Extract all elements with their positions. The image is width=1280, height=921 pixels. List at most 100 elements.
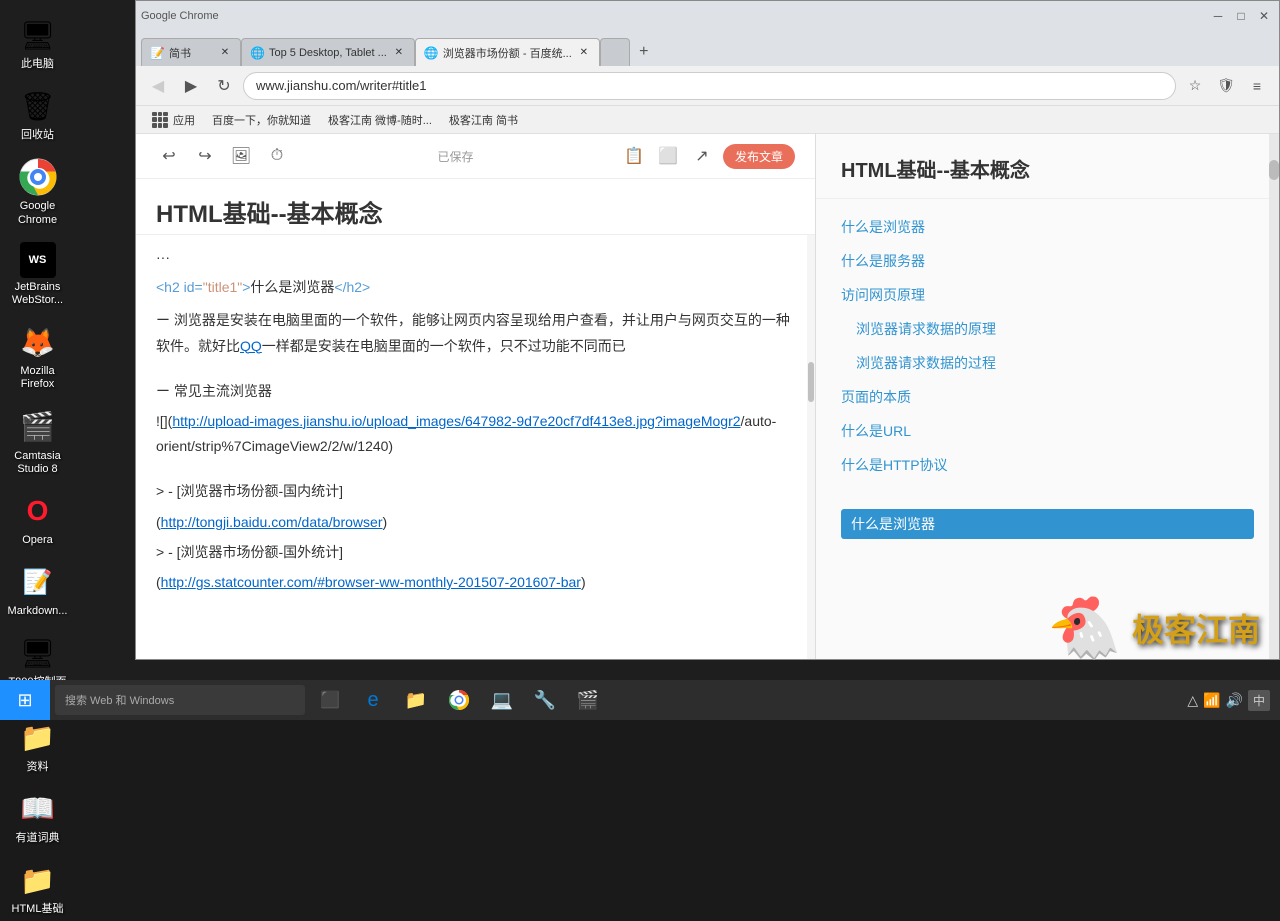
new-tab-button[interactable]: + bbox=[630, 38, 658, 66]
editor-content[interactable]: ··· <h2 id="title1">什么是浏览器</h2> ー 浏览器是安装… bbox=[136, 235, 815, 610]
top5-tab-close[interactable]: ✕ bbox=[392, 46, 406, 60]
bookmark-star-button[interactable]: ☆ bbox=[1181, 72, 1209, 100]
tab-empty[interactable] bbox=[600, 38, 630, 66]
address-bar[interactable]: www.jianshu.com/writer#title1 bbox=[243, 72, 1176, 100]
back-button[interactable]: ◀ bbox=[144, 72, 172, 100]
data-label: 资料 bbox=[27, 761, 49, 774]
toolbar-right: 📋 ⬜ ↗ 发布文章 bbox=[621, 143, 795, 169]
editor-scroll-container: ··· <h2 id="title1">什么是浏览器</h2> ー 浏览器是安装… bbox=[136, 235, 815, 659]
taskbar: ⊞ 搜索 Web 和 Windows ⬛ e 📁 💻 🔧 🎬 bbox=[0, 680, 1280, 720]
desktop-icon-camtasia[interactable]: 🎬 Camtasia Studio 8 bbox=[3, 402, 73, 481]
minimize-button[interactable]: ─ bbox=[1208, 6, 1228, 26]
editor-toolbar: ↩ ↪ 🖼 ⏱ 已保存 📋 ⬜ ↗ 发布文章 bbox=[136, 134, 815, 179]
taskbar-icon6[interactable]: 🔧 bbox=[525, 680, 565, 720]
top5-favicon: 🌐 bbox=[250, 46, 264, 60]
desktop-icon-recycle[interactable]: 🗑 回收站 bbox=[3, 81, 73, 147]
tabs-bar: 📝 简书 ✕ 🌐 Top 5 Desktop, Tablet ... ✕ 🌐 浏… bbox=[136, 31, 1279, 66]
taskbar-icon7[interactable]: 🎬 bbox=[568, 680, 608, 720]
jianshu-tab-close[interactable]: ✕ bbox=[218, 46, 232, 60]
desktop-icon-html[interactable]: 📁 HTML基础 bbox=[3, 855, 73, 921]
computer-icon: 🖥 bbox=[18, 15, 58, 55]
toc-item-server[interactable]: 什么是服务器 bbox=[841, 248, 1254, 274]
shield-button[interactable]: 🛡 bbox=[1212, 72, 1240, 100]
layout-button[interactable]: ⬜ bbox=[655, 143, 681, 169]
toc-item-page-essence[interactable]: 页面的本质 bbox=[841, 384, 1254, 410]
taskbar-network: 📶 bbox=[1203, 692, 1220, 709]
close-button[interactable]: ✕ bbox=[1254, 6, 1274, 26]
taskbar-chrome[interactable] bbox=[439, 680, 479, 720]
t800-icon: 🖥 bbox=[18, 633, 58, 673]
expand-button[interactable]: ↗ bbox=[689, 143, 715, 169]
taskbar-edge[interactable]: e bbox=[353, 680, 393, 720]
taskbar-explorer[interactable]: 📁 bbox=[396, 680, 436, 720]
firefox-icon: 🦊 bbox=[18, 322, 58, 362]
content-spacer1 bbox=[156, 364, 795, 374]
chrome-icon bbox=[18, 157, 58, 197]
content-domestic-stats: > - [浏览器市场份额-国内统计] bbox=[156, 479, 795, 504]
youdao-icon: 📖 bbox=[18, 789, 58, 829]
desktop-icon-jetbrains[interactable]: WS JetBrains WebStor... bbox=[3, 237, 73, 312]
taskbar-icon5[interactable]: 💻 bbox=[482, 680, 522, 720]
bookmark-geekjiangnan-weibo[interactable]: 极客江南 微博-随时... bbox=[322, 110, 438, 130]
tab-browser-market[interactable]: 🌐 浏览器市场份额 - 百度统... ✕ bbox=[415, 38, 600, 66]
toc-item-browser-highlight[interactable]: 什么是浏览器 bbox=[841, 509, 1254, 539]
bookmark-apps[interactable]: 应用 bbox=[144, 108, 201, 132]
tab-jianshu[interactable]: 📝 简书 ✕ bbox=[141, 38, 241, 66]
desktop-icon-firefox[interactable]: 🦊 Mozilla Firefox bbox=[3, 317, 73, 396]
taskbar-notifications: △ bbox=[1187, 692, 1198, 709]
desktop-icon-markdown[interactable]: 📝 Markdown... bbox=[3, 557, 73, 623]
toc-item-access[interactable]: 访问网页原理 bbox=[841, 282, 1254, 308]
brand-watermark: 🐔 极客江南 bbox=[930, 580, 1280, 675]
save-status: 已保存 bbox=[437, 148, 473, 165]
preview-scrollbar-thumb bbox=[1269, 160, 1279, 180]
bookmark-baidu[interactable]: 百度一下，你就知道 bbox=[206, 110, 317, 130]
search-placeholder: 搜索 Web 和 Windows bbox=[65, 692, 174, 708]
bookmark-geekjiangnan-jianshu[interactable]: 极客江南 简书 bbox=[443, 110, 524, 130]
tab-top5[interactable]: 🌐 Top 5 Desktop, Tablet ... ✕ bbox=[241, 38, 415, 66]
content-spacer2 bbox=[156, 464, 795, 474]
desktop-icon-chrome[interactable]: GoogleChrome bbox=[3, 152, 73, 231]
browser-market-tab-close[interactable]: ✕ bbox=[577, 46, 591, 60]
toc-item-http[interactable]: 什么是HTTP协议 bbox=[841, 452, 1254, 478]
camtasia-icon: 🎬 bbox=[18, 407, 58, 447]
top5-tab-title: Top 5 Desktop, Tablet ... bbox=[269, 47, 387, 59]
baidu-bookmark-label: 百度一下，你就知道 bbox=[212, 112, 311, 128]
toc-item-request-principle[interactable]: 浏览器请求数据的原理 bbox=[841, 316, 1254, 342]
taskbar-volume: 🔊 bbox=[1226, 692, 1243, 709]
taskbar-search[interactable]: 搜索 Web 和 Windows bbox=[55, 685, 305, 715]
menu-button[interactable]: ≡ bbox=[1243, 72, 1271, 100]
desktop-icon-data[interactable]: 📁 资料 bbox=[3, 713, 73, 779]
content-browser-desc: ー 浏览器是安装在电脑里面的一个软件，能够让网页内容呈现给用户查看，并让用户与网… bbox=[156, 308, 795, 358]
editor-title: HTML基础--基本概念 bbox=[136, 179, 815, 235]
computer-label: 此电脑 bbox=[21, 58, 54, 71]
editor-scrollbar[interactable] bbox=[807, 235, 815, 659]
clock-button[interactable]: ⏱ bbox=[264, 143, 290, 169]
editor-scrollbar-thumb bbox=[808, 362, 814, 402]
toc-item-browser[interactable]: 什么是浏览器 bbox=[841, 214, 1254, 240]
undo-button[interactable]: ↩ bbox=[156, 143, 182, 169]
toc-item-request-process[interactable]: 浏览器请求数据的过程 bbox=[841, 350, 1254, 376]
jetbrains-icon: WS bbox=[20, 242, 56, 278]
opera-icon: O bbox=[18, 491, 58, 531]
copy-button[interactable]: 📋 bbox=[621, 143, 647, 169]
taskbar-task-view[interactable]: ⬛ bbox=[310, 680, 350, 720]
desktop-icon-opera[interactable]: O Opera bbox=[3, 486, 73, 552]
redo-button[interactable]: ↪ bbox=[192, 143, 218, 169]
content-h2-tag: <h2 id="title1">什么是浏览器</h2> bbox=[156, 275, 795, 300]
taskbar-ime[interactable]: 中 bbox=[1248, 690, 1270, 711]
taskbar-right: △ 📶 🔊 中 bbox=[1187, 690, 1280, 711]
preview-title: HTML基础--基本概念 bbox=[816, 134, 1279, 199]
image-button[interactable]: 🖼 bbox=[228, 143, 254, 169]
publish-button[interactable]: 发布文章 bbox=[723, 144, 795, 169]
desktop-icon-youdao[interactable]: 📖 有道词典 bbox=[3, 784, 73, 850]
toc-list: 什么是浏览器 什么是服务器 访问网页原理 浏览器请求数据的原理 浏览器请求数据的… bbox=[816, 199, 1279, 554]
toc-item-url[interactable]: 什么是URL bbox=[841, 418, 1254, 444]
content-browsers-list: ー 常见主流浏览器 bbox=[156, 379, 795, 404]
content-foreign-stats: > - [浏览器市场份额-国外统计] bbox=[156, 540, 795, 565]
maximize-button[interactable]: □ bbox=[1231, 6, 1251, 26]
forward-button[interactable]: ▶ bbox=[177, 72, 205, 100]
refresh-button[interactable]: ↻ bbox=[210, 72, 238, 100]
start-button[interactable]: ⊞ bbox=[0, 680, 50, 720]
desktop-icon-computer[interactable]: 🖥 此电脑 bbox=[3, 10, 73, 76]
bookmarks-bar: 应用 百度一下，你就知道 极客江南 微博-随时... 极客江南 简书 bbox=[136, 106, 1279, 134]
